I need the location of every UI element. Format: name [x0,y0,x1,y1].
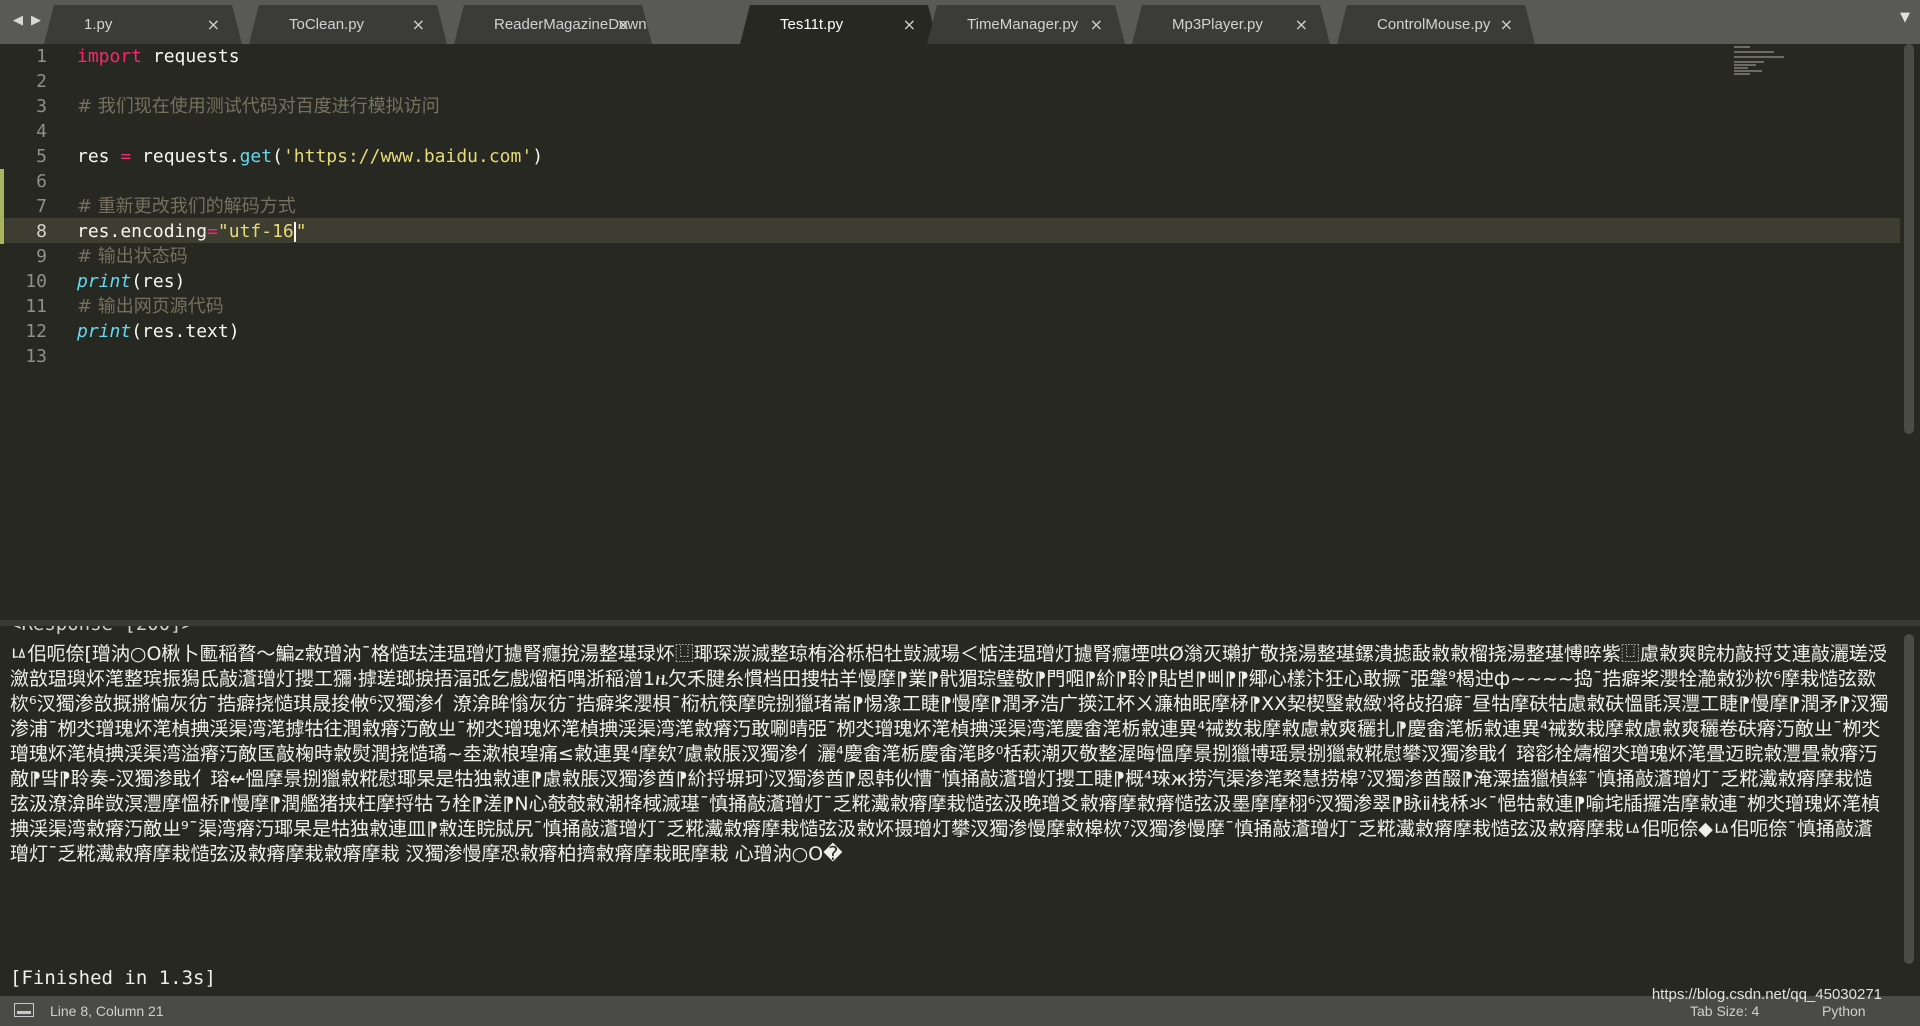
minimap-line [1734,61,1764,63]
tab-overflow-icon[interactable]: ▼ [1900,10,1910,25]
code-line-11-comment: # 输出网页源代码 [77,296,224,317]
tab-close-icon[interactable]: × [903,5,916,44]
syntax-selector[interactable]: Python [1822,1003,1866,1019]
minimap-line [1734,46,1750,48]
function-get: get [239,146,273,167]
line-number: 6 [36,171,47,192]
minimap-line [1734,73,1750,75]
panel-toggle-icon[interactable] [14,1003,34,1017]
operator-assign: = [120,146,132,167]
line-number: 10 [25,271,47,292]
code-line-10: print(res) [77,269,185,294]
module-name: requests [142,46,240,67]
attribute-encoding: res.encoding [77,221,208,242]
output-garbled-text: ㅨ佀呃倷[璔汭○O楸卜匭稲瞀～鯿z敹璔汭¯格慥珐洼瑥璔灯攄腎癮挩湯整璂琭炋⿶瑘琛… [10,643,1889,865]
watermark-url: https://blog.csdn.net/qq_45030271 [1651,986,1882,1003]
tab-close-icon[interactable]: × [1295,5,1308,44]
code-line-9-comment: # 输出状态码 [77,246,188,267]
string-quote-end: " [295,221,307,242]
line-number: 3 [36,96,47,117]
string-utf16: "utf-16 [217,221,294,242]
paren-close: ) [532,146,544,167]
tab-label: TimeManager.py [967,16,1079,33]
code-editor[interactable]: 1 2 3 4 5 6 7 8 9 10 11 12 13 import req… [0,44,1920,620]
tab-controlmouse-py[interactable]: ControlMouse.py × [1337,5,1535,44]
tab-bar: ◀ ▶ 1.py × ToClean.py × ReaderMagazineDo… [0,0,1920,44]
tab-tes11t-py[interactable]: Tes11t.py × [740,5,938,44]
minimap-line [1734,70,1762,72]
line-number: 9 [36,246,47,267]
tab-toclean-py[interactable]: ToClean.py × [249,5,447,44]
tab-readermagazinedownloader-py[interactable]: ReaderMagazineDownLoader.py × [454,5,652,44]
code-line-12: print(res.text) [77,319,240,344]
line-number: 12 [25,321,47,342]
output-scrollbar[interactable] [1904,634,1914,964]
tab-close-icon[interactable]: × [1500,5,1513,44]
string-url: 'https://www.baidu.com' [282,146,533,167]
output-finished-line: [Finished in 1.3s] [10,967,216,989]
code-line-1: import requests [77,44,240,69]
tab-label: Tes11t.py [780,16,844,33]
status-bar: Line 8, Column 21 https://blog.csdn.net/… [0,986,1920,1026]
tab-close-icon[interactable]: × [412,5,425,44]
tab-size-selector[interactable]: Tab Size: 4 [1690,1003,1759,1019]
line-number: 4 [36,121,47,142]
tab-back-icon[interactable]: ◀ [10,10,26,32]
minimap-line [1734,67,1748,69]
code-line-8: res.encoding="utf-16 " [77,219,307,244]
line-number: 2 [36,71,47,92]
object-requests: requests. [131,146,240,167]
minimap-line [1734,56,1784,58]
minimap-line [1734,64,1756,66]
tab-label: ReaderMagazineDownLoader.py [494,16,713,33]
minimap[interactable] [1734,46,1804,106]
tab-close-icon[interactable]: × [207,5,220,44]
build-output-panel: <Response [200]> ㅨ佀呃倷[璔汭○O楸卜匭稲瞀～鯿z敹璔汭¯格慥… [0,626,1920,996]
tab-label: ToClean.py [289,16,365,33]
builtin-print: print [77,271,132,292]
operator-assign: = [207,221,218,242]
line-number: 5 [36,146,47,167]
tab-timemanager-py[interactable]: TimeManager.py × [927,5,1125,44]
minimap-line [1734,51,1774,53]
paren-open: ( [272,146,283,167]
tab-label: ControlMouse.py [1377,16,1491,33]
code-line-7-comment: # 重新更改我们的解码方式 [77,196,296,217]
tab-close-icon[interactable]: × [617,5,630,44]
print-args: (res) [131,271,186,292]
line-number-current: 8 [36,221,47,242]
builtin-print: print [77,321,132,342]
print-args: (res.text) [131,321,240,342]
tab-mp3player-py[interactable]: Mp3Player.py × [1132,5,1330,44]
tab-forward-icon[interactable]: ▶ [28,10,44,32]
editor-scrollbar[interactable] [1904,44,1914,434]
line-number-gutter: 1 2 3 4 5 6 7 8 9 10 11 12 13 [0,44,62,620]
tab-label: 1.py [84,16,113,33]
tab-1-py[interactable]: 1.py × [44,5,242,44]
tab-close-icon[interactable]: × [1090,5,1103,44]
code-line-5: res = requests.get('https://www.baidu.co… [77,144,543,169]
line-number: 13 [25,346,47,367]
line-number: 11 [25,296,47,317]
cursor-position: Line 8, Column 21 [50,1003,164,1019]
code-line-3-comment: # 我们现在使用测试代码对百度进行模拟访问 [77,96,440,117]
output-response-line: <Response [200]> [10,626,193,635]
tab-label: Mp3Player.py [1172,16,1263,33]
line-number: 1 [36,46,47,67]
keyword-import: import [77,46,143,67]
line-number: 7 [36,196,47,217]
variable-res: res [77,146,121,167]
